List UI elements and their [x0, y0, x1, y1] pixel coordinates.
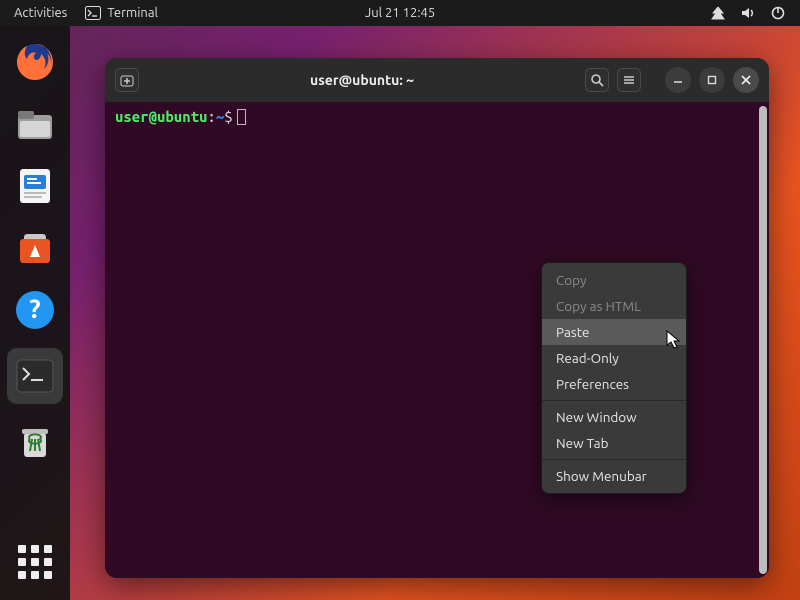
dock-terminal[interactable]	[7, 348, 63, 404]
dock-software[interactable]	[11, 224, 59, 272]
clock[interactable]: Jul 21 12:45	[365, 6, 435, 20]
network-icon[interactable]	[710, 5, 726, 21]
top-bar: Activities Terminal Jul 21 12:45	[0, 0, 800, 26]
ctx-new-window[interactable]: New Window	[542, 404, 686, 430]
ctx-separator	[542, 459, 686, 460]
menu-button[interactable]	[617, 68, 641, 92]
ctx-show-menubar[interactable]: Show Menubar	[542, 463, 686, 489]
prompt-userhost: user@ubuntu	[115, 108, 207, 125]
close-button[interactable]	[733, 67, 759, 93]
dock-trash[interactable]	[11, 418, 59, 466]
ctx-copy-as-html[interactable]: Copy as HTML	[542, 293, 686, 319]
prompt-dollar: $	[224, 108, 232, 125]
mouse-pointer-icon	[666, 330, 682, 350]
prompt-path: ~	[216, 108, 224, 125]
dock-libreoffice-writer[interactable]	[11, 162, 59, 210]
ctx-separator	[542, 400, 686, 401]
show-applications-button[interactable]	[15, 542, 55, 582]
window-titlebar: user@ubuntu: ~	[105, 58, 769, 102]
dock: ?	[0, 26, 70, 600]
activities-button[interactable]: Activities	[14, 6, 67, 20]
ctx-paste[interactable]: Paste	[542, 319, 686, 345]
scrollbar[interactable]	[759, 106, 767, 574]
app-menu-label: Terminal	[107, 6, 158, 20]
volume-icon[interactable]	[740, 5, 756, 21]
power-icon[interactable]	[770, 5, 786, 21]
terminal-icon	[85, 6, 101, 20]
ctx-read-only[interactable]: Read-Only	[542, 345, 686, 371]
ctx-preferences[interactable]: Preferences	[542, 371, 686, 397]
ctx-new-tab[interactable]: New Tab	[542, 430, 686, 456]
prompt-line: user@ubuntu:~$	[115, 108, 759, 125]
new-tab-button[interactable]	[115, 68, 139, 92]
dock-help[interactable]: ?	[11, 286, 59, 334]
app-menu[interactable]: Terminal	[85, 6, 158, 20]
context-menu: Copy Copy as HTML Paste Read-Only Prefer…	[541, 262, 687, 494]
svg-text:?: ?	[29, 294, 40, 323]
maximize-button[interactable]	[699, 67, 725, 93]
dock-firefox[interactable]	[11, 38, 59, 86]
ctx-copy[interactable]: Copy	[542, 267, 686, 293]
dock-files[interactable]	[11, 100, 59, 148]
window-title: user@ubuntu: ~	[147, 72, 577, 88]
terminal-cursor	[237, 109, 246, 125]
search-button[interactable]	[585, 68, 609, 92]
minimize-button[interactable]	[665, 67, 691, 93]
